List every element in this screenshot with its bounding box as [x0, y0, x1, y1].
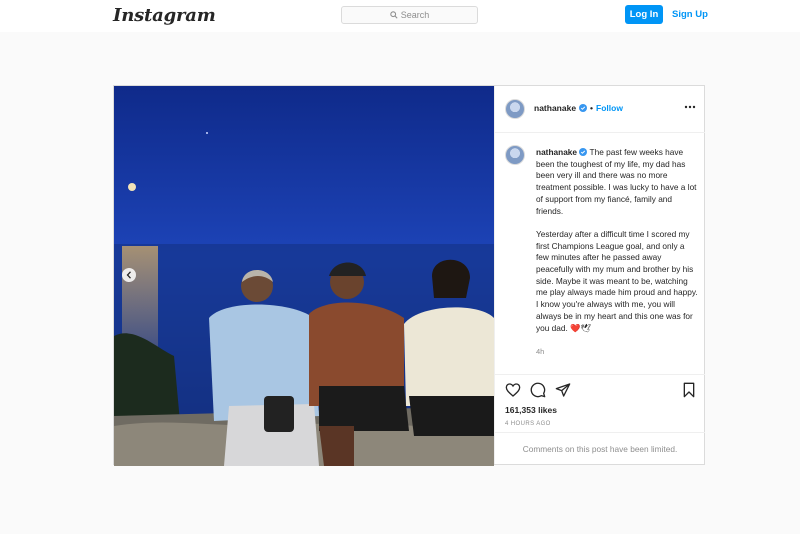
top-navigation-bar: Instagram Search Log In Sign Up [0, 0, 800, 32]
like-count[interactable]: 161,353 likes [505, 405, 557, 415]
caption-username[interactable]: nathanake [536, 147, 577, 157]
post-card: nathanake • Follow nathanake The past fe… [113, 85, 705, 466]
carousel-prev-button[interactable] [122, 268, 136, 282]
bookmark-icon[interactable] [681, 382, 697, 398]
post-photo[interactable] [114, 86, 494, 466]
follow-button[interactable]: Follow [596, 103, 623, 113]
login-button[interactable]: Log In [625, 5, 663, 24]
more-options-icon[interactable] [684, 105, 696, 109]
share-icon[interactable] [555, 382, 571, 398]
post-author: nathanake • Follow [534, 103, 623, 113]
action-bar: 161,353 likes 4 HOURS AGO [495, 374, 705, 435]
post-header: nathanake • Follow [495, 86, 705, 133]
search-icon [390, 11, 398, 19]
caption-text-1: The past few weeks have been the toughes… [536, 147, 697, 216]
caption: nathanake The past few weeks have been t… [536, 147, 698, 334]
chevron-left-icon [126, 271, 131, 279]
signup-link[interactable]: Sign Up [672, 9, 708, 20]
caption-text-2: Yesterday after a difficult time I score… [536, 228, 698, 333]
caption-avatar[interactable] [505, 145, 525, 165]
verified-badge-icon [579, 148, 588, 156]
comment-icon[interactable] [530, 382, 546, 398]
verified-badge-icon [579, 104, 588, 112]
comments-limited-notice: Comments on this post have been limited. [495, 432, 705, 465]
instagram-logo[interactable]: Instagram [113, 5, 216, 26]
post-sidebar: nathanake • Follow nathanake The past fe… [494, 86, 705, 464]
separator-dot: • [590, 103, 594, 113]
caption-area: nathanake The past few weeks have been t… [495, 133, 705, 373]
heart-icon[interactable] [505, 382, 521, 398]
search-input[interactable]: Search [341, 6, 478, 24]
username-link[interactable]: nathanake [534, 103, 576, 113]
posted-time: 4 HOURS AGO [505, 421, 551, 427]
time-ago: 4h [536, 347, 545, 356]
search-placeholder: Search [400, 10, 430, 20]
avatar[interactable] [505, 99, 525, 119]
